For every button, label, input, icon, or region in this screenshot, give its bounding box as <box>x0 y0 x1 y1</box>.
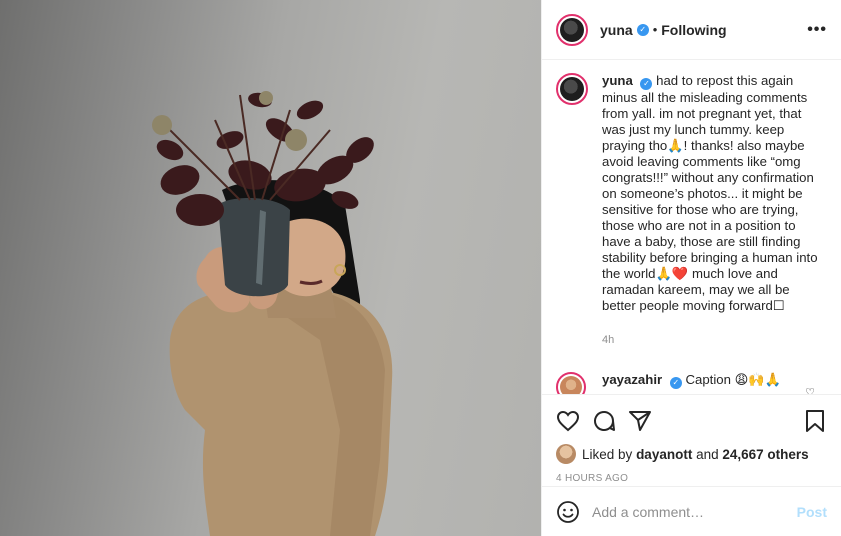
caption-timestamp[interactable]: 4h <box>602 332 824 348</box>
post-header: yuna ✓ • Following ••• <box>542 0 841 60</box>
comment-text: Caption 😩🙌🙏 <box>685 372 782 387</box>
instagram-post: yuna ✓ • Following ••• yuna ✓ had to rep… <box>0 0 841 536</box>
post-actions-area: Liked by dayanott and 24,667 others 4 HO… <box>542 394 841 484</box>
add-comment-input[interactable] <box>592 503 797 520</box>
comment-row: yayazahir ✓ Caption 😩🙌🙏 ♡ <box>556 372 827 394</box>
caption-text: had to repost this again minus all the m… <box>602 73 818 313</box>
likes-joiner: and <box>696 446 719 462</box>
caption-username[interactable]: yuna <box>602 73 633 88</box>
paper-plane-icon[interactable] <box>628 409 652 433</box>
liker-username[interactable]: dayanott <box>636 447 692 462</box>
author-username[interactable]: yuna <box>600 22 633 38</box>
post-timestamp[interactable]: 4 HOURS AGO <box>556 473 827 484</box>
following-button[interactable]: Following <box>661 22 726 38</box>
post-photo[interactable] <box>0 0 541 536</box>
caption-row: yuna ✓ had to repost this again minus al… <box>556 73 827 348</box>
verified-badge-icon: ✓ <box>669 377 682 389</box>
liker-avatar[interactable] <box>556 444 576 464</box>
verified-badge-icon: ✓ <box>636 23 649 36</box>
caption-avatar[interactable] <box>556 73 588 105</box>
comment-like-heart-icon[interactable]: ♡ <box>805 386 815 394</box>
verified-badge-icon: ✓ <box>640 78 653 90</box>
action-bar <box>556 395 827 447</box>
vase-shape <box>218 198 290 297</box>
heart-icon[interactable] <box>556 409 580 433</box>
comments-section[interactable]: yuna ✓ had to repost this again minus al… <box>542 61 841 394</box>
photo-illustration <box>152 91 393 536</box>
comment-body: yayazahir ✓ Caption 😩🙌🙏 <box>602 372 781 394</box>
bookmark-icon[interactable] <box>803 409 827 433</box>
likes-summary: Liked by dayanott and 24,667 others <box>556 444 827 464</box>
commenter-avatar[interactable] <box>556 372 586 394</box>
caption-body: yuna ✓ had to repost this again minus al… <box>602 73 824 348</box>
more-options-icon[interactable]: ••• <box>807 21 827 39</box>
smiley-icon[interactable] <box>556 500 580 524</box>
post-side-panel: yuna ✓ • Following ••• yuna ✓ had to rep… <box>541 0 841 536</box>
add-comment-bar: Post <box>542 486 841 536</box>
commenter-username[interactable]: yayazahir <box>602 372 662 387</box>
author-avatar[interactable] <box>556 13 588 46</box>
comment-bubble-icon[interactable] <box>592 409 616 433</box>
likes-count-link[interactable]: 24,667 others <box>722 447 808 462</box>
likes-prefix: Liked by <box>582 446 633 462</box>
post-comment-button[interactable]: Post <box>797 504 827 520</box>
header-separator: • <box>652 22 658 37</box>
